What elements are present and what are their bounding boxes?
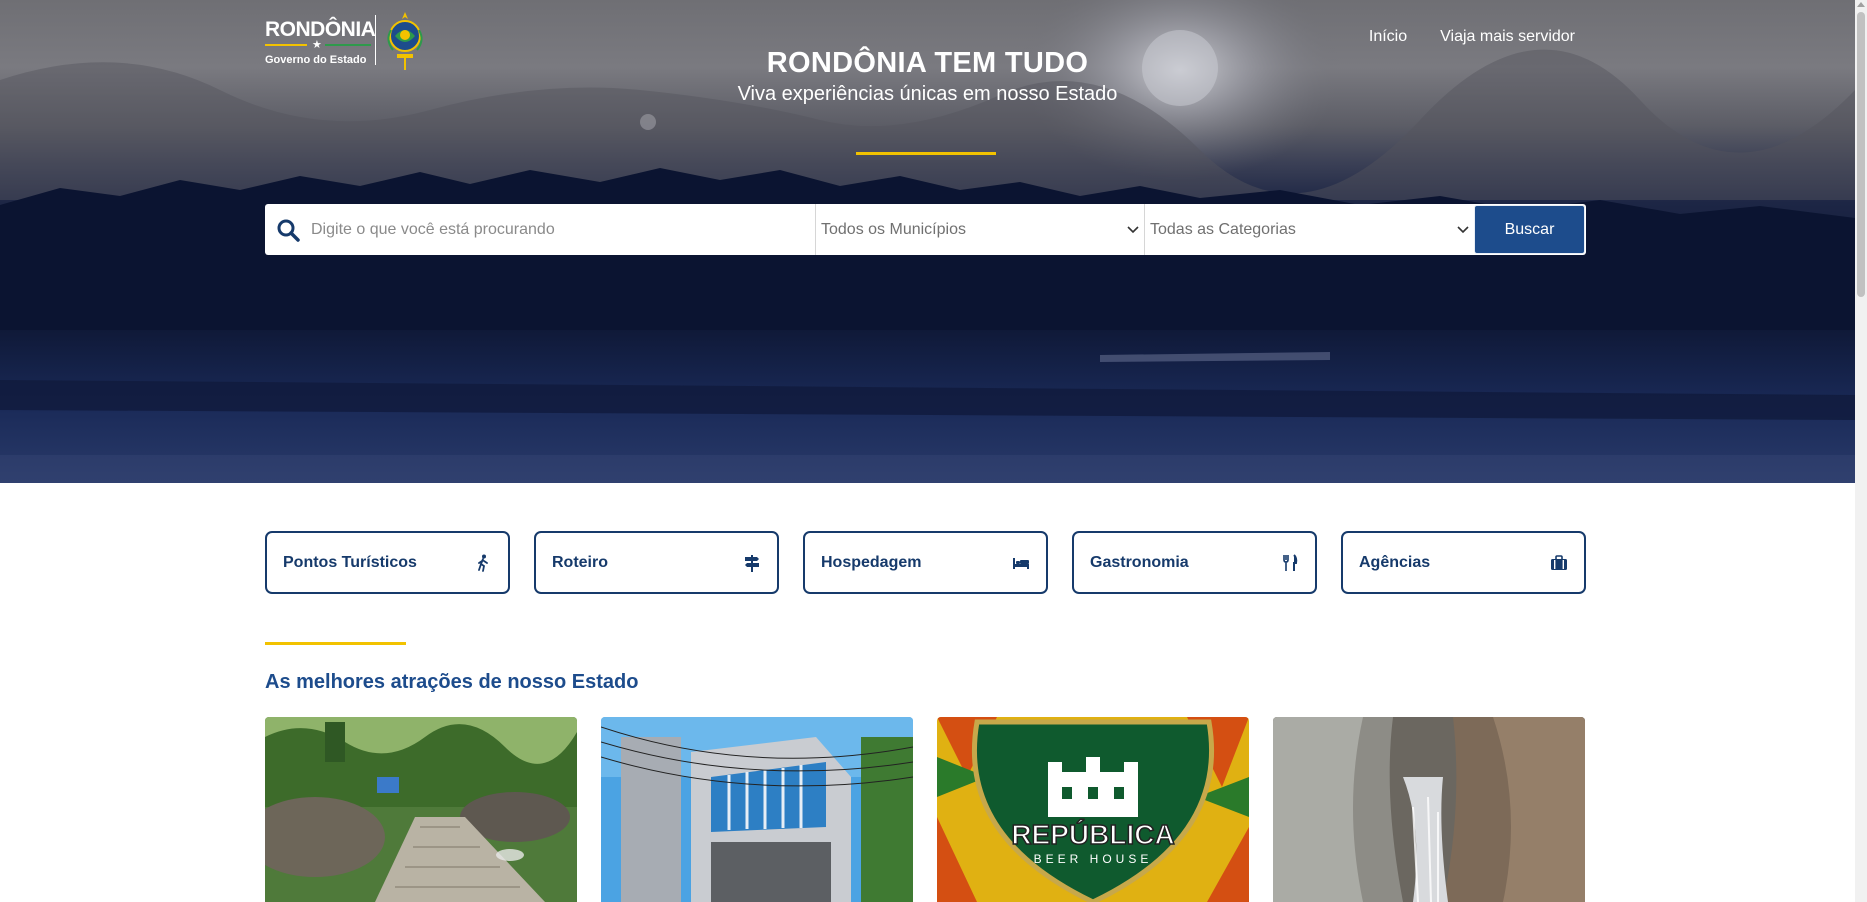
bed-icon (1013, 557, 1029, 569)
category-hospedagem-button[interactable]: Hospedagem (803, 531, 1048, 594)
logo-yellow-bar (265, 44, 307, 46)
canyon-waterfall-photo (1273, 717, 1585, 902)
walking-person-icon (478, 554, 488, 572)
categoria-select-value: Todas as Categorias (1150, 220, 1296, 238)
attraction-card-building[interactable] (601, 717, 913, 902)
category-label: Hospedagem (821, 553, 922, 571)
briefcase-icon (1551, 554, 1567, 570)
nav-link-inicio[interactable]: Início (1369, 28, 1407, 46)
chevron-down-icon (1457, 225, 1469, 233)
search-button[interactable]: Buscar (1474, 205, 1585, 254)
category-label: Pontos Turísticos (283, 553, 417, 571)
search-bar: Digite o que você está procurando Todos … (265, 204, 1586, 255)
republica-logo-subtext: BEER HOUSE (1034, 852, 1153, 866)
chevron-down-icon (1127, 225, 1139, 233)
page-scrollbar[interactable] (1855, 0, 1867, 902)
category-label: Agências (1359, 553, 1431, 571)
hero-subtitle: Viva experiências únicas em nosso Estado (737, 83, 1118, 105)
attraction-card-canyon[interactable] (1273, 717, 1585, 902)
category-buttons: Pontos Turísticos Roteiro Hospedagem Gas… (265, 531, 1586, 594)
municipio-select-value: Todos os Municípios (821, 220, 966, 238)
building-photo (601, 717, 913, 902)
hero-title: RONDÔNIA TEM TUDO (766, 47, 1089, 79)
attraction-cards: REPÚBLICA BEER HOUSE (265, 717, 1586, 902)
scroll-up-arrow-icon[interactable] (1857, 2, 1865, 7)
category-label: Gastronomia (1090, 553, 1189, 571)
category-roteiro-button[interactable]: Roteiro (534, 531, 779, 594)
attraction-card-republica[interactable]: REPÚBLICA BEER HOUSE (937, 717, 1249, 902)
municipio-select[interactable]: Todos os Municípios (816, 204, 1145, 255)
park-path-photo (265, 717, 577, 902)
search-input[interactable]: Digite o que você está procurando (311, 204, 816, 255)
top-nav: Início Viaja mais servidor (1369, 28, 1575, 46)
attraction-card-park[interactable] (265, 717, 577, 902)
search-icon (265, 204, 311, 255)
category-pontos-turisticos-button[interactable]: Pontos Turísticos (265, 531, 510, 594)
category-gastronomia-button[interactable]: Gastronomia (1072, 531, 1317, 594)
categoria-select[interactable]: Todas as Categorias (1145, 204, 1474, 255)
category-label: Roteiro (552, 553, 608, 571)
signpost-icon (745, 554, 759, 572)
section-title: As melhores atrações de nosso Estado (265, 671, 639, 693)
category-agencias-button[interactable]: Agências (1341, 531, 1586, 594)
scrollbar-thumb[interactable] (1857, 12, 1865, 297)
nav-link-viaja-mais-servidor[interactable]: Viaja mais servidor (1440, 28, 1575, 46)
section-accent-line (265, 642, 406, 645)
republica-beer-house-logo: REPÚBLICA BEER HOUSE (937, 717, 1249, 902)
logo-green-bar (325, 44, 371, 46)
utensils-icon (1283, 553, 1298, 571)
hero-accent-line (856, 152, 996, 155)
hero-banner: RONDÔNIA ★ Governo do Estado Início Viaj… (0, 0, 1855, 483)
republica-logo-text: REPÚBLICA (1011, 819, 1174, 850)
